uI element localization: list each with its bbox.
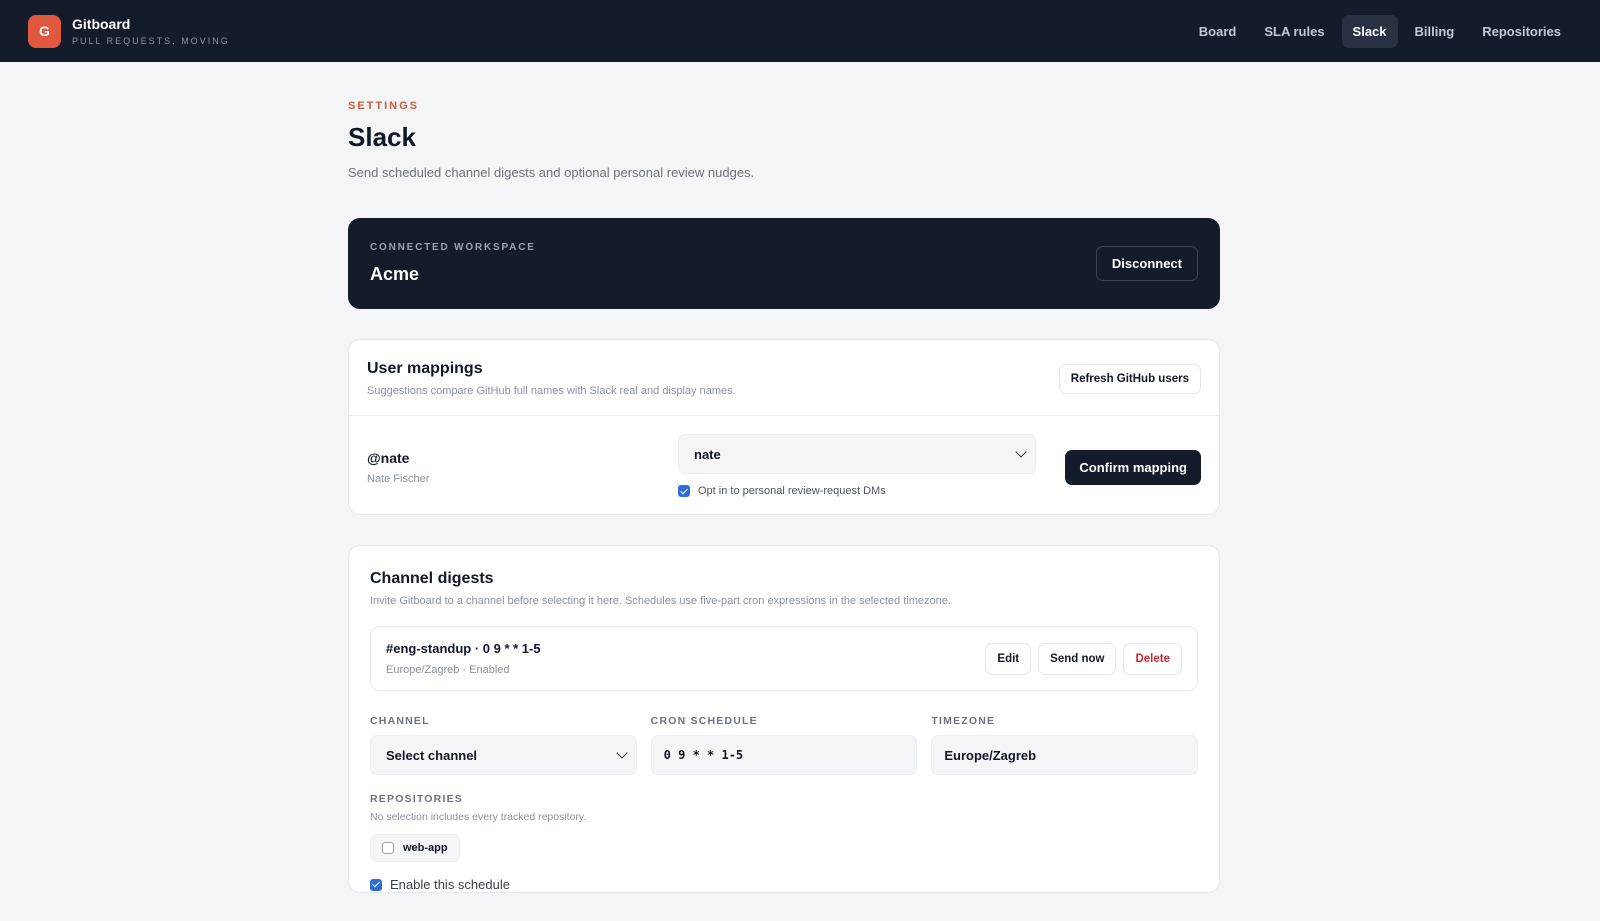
nav-billing[interactable]: Billing bbox=[1404, 15, 1466, 48]
workspace-label: CONNECTED WORKSPACE bbox=[370, 242, 536, 253]
repo-option-label: web-app bbox=[403, 842, 448, 854]
channel-digests-card: Channel digests Invite Gitboard to a cha… bbox=[348, 545, 1220, 893]
channel-digests-description: Invite Gitboard to a channel before sele… bbox=[370, 595, 951, 607]
brand[interactable]: G Gitboard PULL REQUESTS, MOVING bbox=[28, 14, 230, 48]
chevron-down-icon bbox=[1015, 446, 1027, 458]
repositories-description: No selection includes every tracked repo… bbox=[370, 811, 587, 823]
page-eyebrow: SETTINGS bbox=[348, 100, 420, 112]
digest-form-row: CHANNEL Select channel CRON SCHEDULE 0 9… bbox=[370, 715, 1199, 775]
user-mappings-header: User mappings Suggestions compare GitHub… bbox=[349, 340, 1219, 416]
confirm-mapping-button[interactable]: Confirm mapping bbox=[1065, 450, 1201, 485]
edit-digest-button[interactable]: Edit bbox=[985, 642, 1032, 675]
timezone-label: TIMEZONE bbox=[931, 715, 996, 727]
settings-main: SETTINGS Slack Send scheduled channel di… bbox=[348, 62, 1220, 893]
main-nav: Board SLA rules Slack Billing Repositori… bbox=[1188, 14, 1572, 48]
enable-schedule-label: Enable this schedule bbox=[390, 877, 510, 892]
timezone-value: Europe/Zagreb bbox=[944, 747, 1037, 763]
digest-item: #eng-standup · 0 9 * * 1-5 Europe/Zagreb… bbox=[370, 626, 1198, 691]
disconnect-button[interactable]: Disconnect bbox=[1095, 246, 1198, 281]
nav-sla-rules[interactable]: SLA rules bbox=[1253, 15, 1335, 48]
cron-schedule-label: CRON SCHEDULE bbox=[650, 715, 758, 727]
enable-schedule-checkbox[interactable] bbox=[370, 878, 382, 891]
timezone-input[interactable]: Europe/Zagreb bbox=[931, 735, 1199, 775]
nav-slack[interactable]: Slack bbox=[1341, 14, 1398, 48]
refresh-github-users-button[interactable]: Refresh GitHub users bbox=[1058, 363, 1201, 394]
chevron-down-icon bbox=[616, 747, 628, 759]
brand-name: Gitboard bbox=[72, 16, 131, 32]
repositories-label: REPOSITORIES bbox=[370, 793, 463, 805]
delete-digest-button[interactable]: Delete bbox=[1123, 642, 1182, 675]
repo-checkbox[interactable] bbox=[382, 842, 394, 854]
cron-schedule-input[interactable]: 0 9 * * 1-5 bbox=[650, 735, 918, 775]
nav-repositories[interactable]: Repositories bbox=[1471, 15, 1572, 48]
channel-digests-title: Channel digests bbox=[370, 570, 494, 587]
page-subtitle: Send scheduled channel digests and optio… bbox=[348, 165, 755, 180]
workspace-name: Acme bbox=[370, 264, 420, 284]
nav-board[interactable]: Board bbox=[1188, 15, 1248, 48]
user-mappings-title: User mappings bbox=[367, 360, 483, 377]
top-nav-bar: G Gitboard PULL REQUESTS, MOVING Board S… bbox=[0, 0, 1600, 62]
github-full-name: Nate Fischer bbox=[367, 473, 430, 485]
cron-schedule-value: 0 9 * * 1-5 bbox=[663, 748, 744, 762]
user-mappings-card: User mappings Suggestions compare GitHub… bbox=[348, 339, 1220, 515]
page-title: Slack bbox=[348, 122, 416, 152]
dm-optin-checkbox[interactable] bbox=[678, 485, 690, 497]
channel-select-value: Select channel bbox=[386, 747, 478, 763]
digest-item-title: #eng-standup · 0 9 * * 1-5 bbox=[386, 641, 541, 656]
user-mapping-row: @nate Nate Fischer nate Opt in to person… bbox=[349, 416, 1219, 514]
brand-tagline: PULL REQUESTS, MOVING bbox=[72, 36, 230, 46]
send-now-button[interactable]: Send now bbox=[1038, 642, 1117, 675]
channel-label: CHANNEL bbox=[370, 715, 430, 727]
connected-workspace-card: CONNECTED WORKSPACE Acme Disconnect bbox=[348, 218, 1220, 309]
repo-option-web-app[interactable]: web-app bbox=[370, 834, 460, 862]
enable-schedule-row: Enable this schedule bbox=[370, 877, 1198, 892]
slack-user-select[interactable]: nate bbox=[678, 434, 1036, 474]
slack-user-select-value: nate bbox=[694, 446, 721, 462]
dm-optin-label: Opt in to personal review-request DMs bbox=[698, 485, 886, 497]
github-handle: @nate bbox=[367, 450, 410, 466]
channel-select[interactable]: Select channel bbox=[370, 735, 637, 775]
logo: G bbox=[28, 14, 61, 48]
user-mappings-description: Suggestions compare GitHub full names wi… bbox=[367, 385, 736, 397]
digest-item-subtitle: Europe/Zagreb · Enabled bbox=[386, 664, 510, 676]
